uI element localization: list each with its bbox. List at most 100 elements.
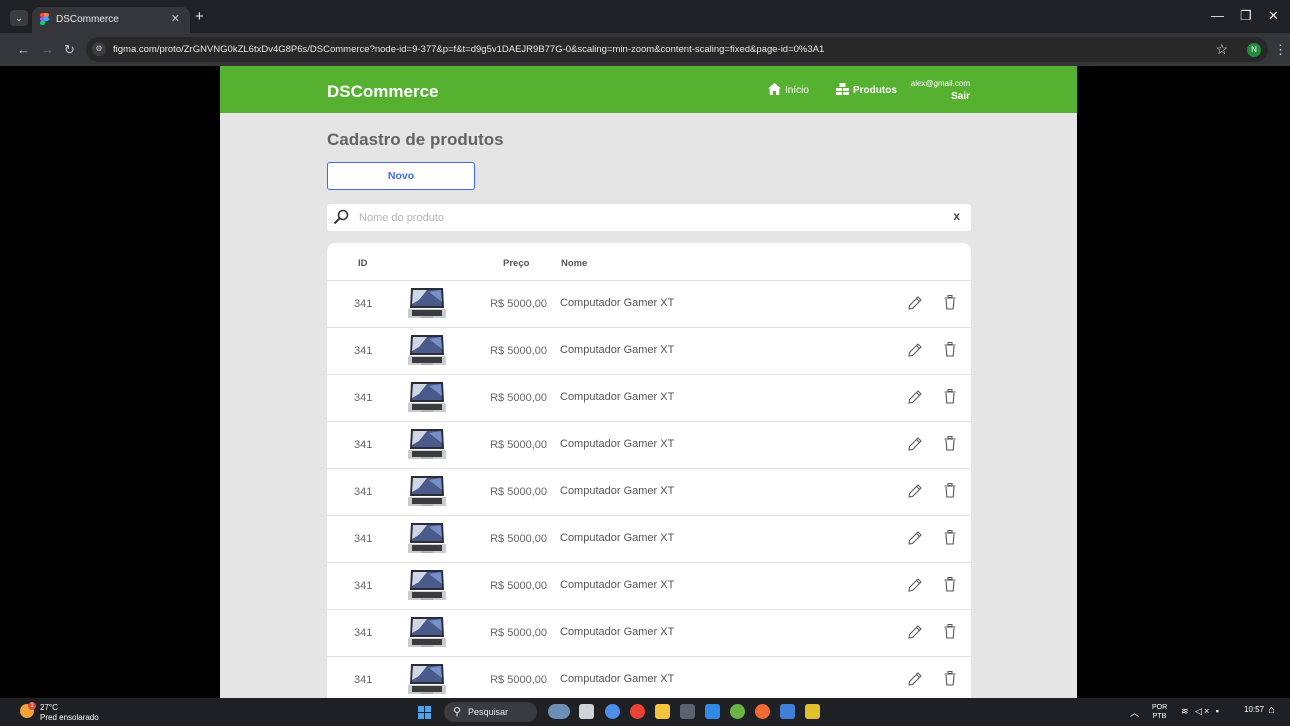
back-icon[interactable]: ← [17,42,30,57]
notifications-icon[interactable]: ⌂ [1268,704,1275,716]
minimize-icon[interactable]: — [1211,8,1224,23]
product-thumbnail [408,570,446,600]
copilot-icon[interactable] [605,704,620,719]
taskbar-clock[interactable]: 10:57 [1244,705,1264,714]
weather-description[interactable]: Pred ensolarado [40,713,99,722]
table-row: 341 R$ 5000,00 Computador Gamer XT [327,562,971,609]
product-table: ID Preço Nome 341 R$ 5000,00 Computador … [327,243,971,698]
site-settings-icon[interactable]: ⚙ [92,42,106,56]
trash-icon[interactable] [944,436,956,451]
edit-icon[interactable] [908,437,922,451]
product-thumbnail [408,617,446,647]
close-window-icon[interactable]: ✕ [1268,8,1279,24]
trash-icon[interactable] [944,671,956,686]
db-tool-icon[interactable] [805,704,820,719]
product-price: R$ 5000,00 [490,627,547,639]
product-id: 341 [354,345,373,357]
product-name: Computador Gamer XT [560,673,675,685]
table-row: 341 R$ 5000,00 Computador Gamer XT [327,609,971,656]
chrome-icon[interactable] [630,704,645,719]
file-explorer-icon[interactable] [655,704,670,719]
terminal-icon[interactable] [680,704,695,719]
tab-close-icon[interactable]: ✕ [171,12,180,25]
bookmark-star-icon[interactable]: ☆ [1215,41,1228,58]
trash-icon[interactable] [944,577,956,592]
product-id: 341 [354,439,373,451]
browser-tab[interactable]: DSCommerce ✕ [32,7,190,33]
vscode-icon[interactable] [705,704,720,719]
trash-icon[interactable] [944,530,956,545]
app-header: DSCommerce Início Produtos alex@gmail.co… [220,66,1077,113]
table-row: 341 R$ 5000,00 Computador Gamer XT [327,280,971,327]
edit-icon[interactable] [908,296,922,310]
app-page: DSCommerce Início Produtos alex@gmail.co… [220,66,1077,698]
product-price: R$ 5000,00 [490,298,547,310]
browser-toolbar: ← → ↻ ⚙ figma.com/proto/ZrGNVNG0kZL6txDv… [0,33,1290,66]
taskbar-search-label: Pesquisar [468,707,509,717]
trash-icon[interactable] [944,342,956,357]
new-tab-icon[interactable]: + [195,9,204,24]
product-search-input[interactable] [359,207,939,228]
weather-temperature[interactable]: 27°C [40,703,58,712]
page-title: Cadastro de produtos [327,130,504,149]
products-icon [836,83,849,95]
trash-icon[interactable] [944,389,956,404]
tab-search-icon[interactable]: ⌄ [10,10,28,26]
edit-icon[interactable] [908,578,922,592]
figma-icon [40,13,49,26]
new-product-button[interactable]: Novo [327,162,475,190]
product-search-bar: x [327,204,971,231]
forward-icon[interactable]: → [41,42,54,57]
browser-tab-bar: ⌄ DSCommerce ✕ + — ❐ ✕ [0,0,1290,33]
url-text[interactable]: figma.com/proto/ZrGNVNG0kZL6txDv4G8P6s/D… [113,44,824,55]
nav-home-link[interactable]: Início [768,83,809,96]
column-header-id: ID [358,258,368,269]
table-row: 341 R$ 5000,00 Computador Gamer XT [327,421,971,468]
trash-icon[interactable] [944,624,956,639]
nav-home-label: Início [785,85,809,96]
system-tray-icons[interactable]: ≋ ◁× ▪ [1181,706,1221,717]
table-row: 341 R$ 5000,00 Computador Gamer XT [327,515,971,562]
edit-icon[interactable] [908,531,922,545]
clear-search-icon[interactable]: x [953,209,960,223]
product-name: Computador Gamer XT [560,485,675,497]
reload-icon[interactable]: ↻ [64,42,75,58]
edit-icon[interactable] [908,625,922,639]
user-email: alex@gmail.com [910,79,970,88]
weather-badge: 1 [28,702,36,710]
product-id: 341 [354,533,373,545]
tray-overflow-icon[interactable]: ︿ [1130,706,1139,719]
product-price: R$ 5000,00 [490,674,547,686]
profile-avatar[interactable]: N [1247,43,1261,57]
trash-icon[interactable] [944,295,956,310]
taskbar-search[interactable]: ⚲ Pesquisar [444,702,537,722]
product-name: Computador Gamer XT [560,297,675,309]
product-thumbnail [408,335,446,365]
trash-icon[interactable] [944,483,956,498]
language-indicator[interactable]: POR PTB [1152,703,1167,721]
product-price: R$ 5000,00 [490,439,547,451]
logout-link[interactable]: Sair [951,91,970,102]
edit-icon[interactable] [908,484,922,498]
product-id: 341 [354,580,373,592]
address-bar[interactable]: ⚙ figma.com/proto/ZrGNVNG0kZL6txDv4G8P6s… [86,37,1268,62]
home-icon [768,83,781,95]
restore-icon[interactable]: ❐ [1240,8,1252,24]
nav-products-link[interactable]: Produtos [836,83,897,96]
product-thumbnail [408,664,446,694]
product-thumbnail [408,288,446,318]
windows-start-icon[interactable] [418,706,432,720]
product-name: Computador Gamer XT [560,626,675,638]
spring-icon[interactable] [730,704,745,719]
notepad-icon[interactable] [780,704,795,719]
widgets-icon[interactable] [548,704,570,719]
edit-icon[interactable] [908,672,922,686]
app-logo[interactable]: DSCommerce [327,82,439,102]
taskbar-search-icon: ⚲ [453,706,462,718]
postman-icon[interactable] [755,704,770,719]
task-view-icon[interactable] [579,704,594,719]
edit-icon[interactable] [908,390,922,404]
edit-icon[interactable] [908,343,922,357]
browser-menu-icon[interactable]: ⋮ [1274,42,1287,58]
product-name: Computador Gamer XT [560,579,675,591]
